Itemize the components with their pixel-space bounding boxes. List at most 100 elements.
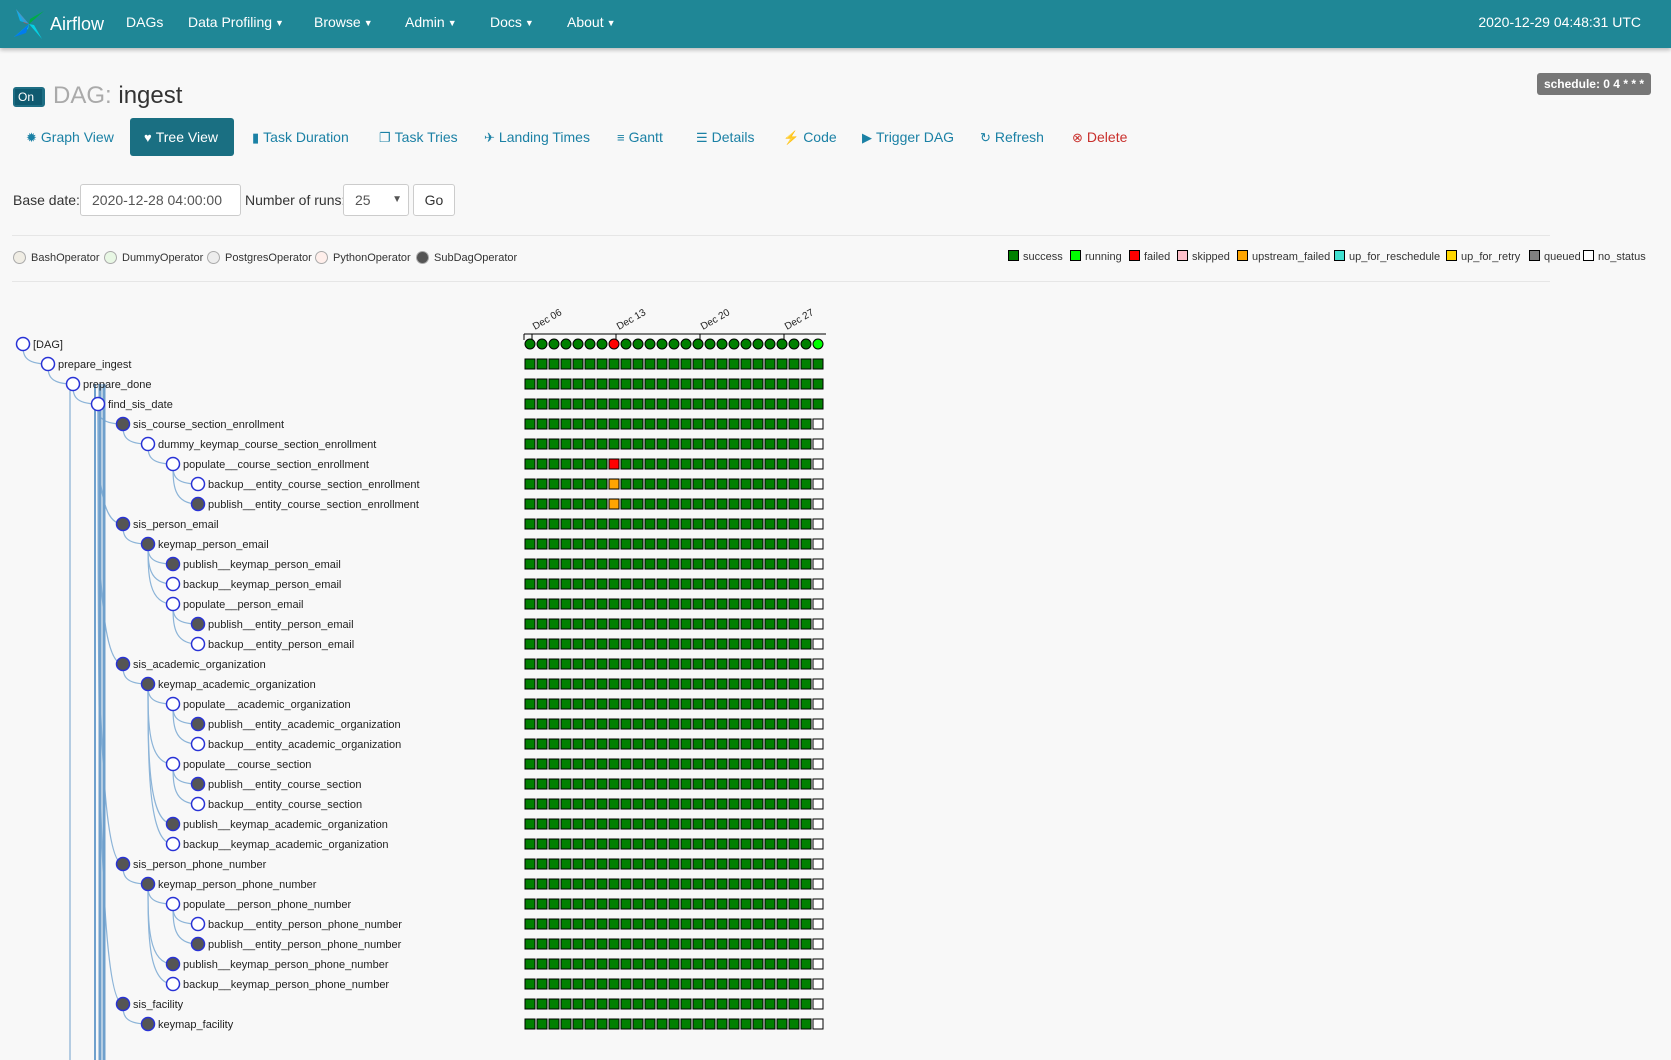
task-instance-square[interactable] — [644, 578, 656, 590]
task-instance-square[interactable] — [656, 838, 668, 850]
task-instance-square[interactable] — [716, 878, 728, 890]
task-instance-square[interactable] — [548, 718, 560, 730]
task-instance-square[interactable] — [788, 358, 800, 370]
task-instance-square[interactable] — [788, 698, 800, 710]
dag-run-circle[interactable] — [620, 338, 632, 350]
task-instance-square[interactable] — [596, 778, 608, 790]
task-instance-square[interactable] — [632, 438, 644, 450]
task-instance-square[interactable] — [692, 958, 704, 970]
task-instance-square[interactable] — [560, 738, 572, 750]
task-instance-square[interactable] — [656, 538, 668, 550]
task-instance-square[interactable] — [764, 918, 776, 930]
task-instance-square[interactable] — [788, 458, 800, 470]
task-instance-square[interactable] — [680, 798, 692, 810]
task-instance-square[interactable] — [704, 618, 716, 630]
task-instance-square[interactable] — [812, 678, 824, 690]
task-instance-square[interactable] — [656, 718, 668, 730]
task-instance-square[interactable] — [548, 898, 560, 910]
task-instance-square[interactable] — [608, 478, 620, 490]
task-instance-square[interactable] — [728, 778, 740, 790]
task-instance-square[interactable] — [608, 998, 620, 1010]
task-instance-square[interactable] — [620, 738, 632, 750]
task-instance-square[interactable] — [620, 858, 632, 870]
task-instance-square[interactable] — [812, 898, 824, 910]
task-instance-square[interactable] — [620, 998, 632, 1010]
task-instance-square[interactable] — [752, 618, 764, 630]
task-instance-square[interactable] — [608, 618, 620, 630]
task-instance-square[interactable] — [800, 458, 812, 470]
task-instance-square[interactable] — [728, 358, 740, 370]
task-instance-square[interactable] — [572, 438, 584, 450]
task-instance-square[interactable] — [764, 798, 776, 810]
task-instance-square[interactable] — [668, 478, 680, 490]
task-instance-square[interactable] — [596, 558, 608, 570]
task-instance-square[interactable] — [596, 678, 608, 690]
task-instance-square[interactable] — [764, 878, 776, 890]
task-instance-square[interactable] — [560, 478, 572, 490]
task-instance-square[interactable] — [812, 698, 824, 710]
task-instance-square[interactable] — [740, 898, 752, 910]
tab-task-duration[interactable]: ▮ Task Duration — [238, 118, 363, 156]
task-instance-square[interactable] — [596, 798, 608, 810]
tab-tree-view[interactable]: ♥ Tree View — [130, 118, 234, 156]
task-instance-square[interactable] — [788, 918, 800, 930]
task-instance-square[interactable] — [668, 698, 680, 710]
task-instance-square[interactable] — [656, 898, 668, 910]
task-instance-square[interactable] — [716, 718, 728, 730]
task-instance-square[interactable] — [704, 678, 716, 690]
task-instance-square[interactable] — [536, 658, 548, 670]
task-instance-square[interactable] — [668, 798, 680, 810]
task-instance-square[interactable] — [560, 518, 572, 530]
task-instance-square[interactable] — [716, 658, 728, 670]
task-instance-square[interactable] — [764, 778, 776, 790]
task-instance-square[interactable] — [584, 638, 596, 650]
task-instance-square[interactable] — [572, 758, 584, 770]
task-instance-square[interactable] — [536, 718, 548, 730]
task-instance-square[interactable] — [776, 538, 788, 550]
task-instance-square[interactable] — [704, 518, 716, 530]
task-instance-square[interactable] — [572, 998, 584, 1010]
task-instance-square[interactable] — [728, 518, 740, 530]
task-instance-square[interactable] — [536, 1018, 548, 1030]
task-instance-square[interactable] — [716, 418, 728, 430]
task-instance-square[interactable] — [620, 598, 632, 610]
task-instance-square[interactable] — [776, 418, 788, 430]
task-instance-square[interactable] — [596, 838, 608, 850]
task-instance-square[interactable] — [632, 798, 644, 810]
task-instance-square[interactable] — [740, 918, 752, 930]
task-instance-square[interactable] — [764, 1018, 776, 1030]
task-instance-square[interactable] — [752, 578, 764, 590]
task-instance-square[interactable] — [800, 518, 812, 530]
task-instance-square[interactable] — [692, 678, 704, 690]
task-instance-square[interactable] — [800, 758, 812, 770]
task-instance-square[interactable] — [620, 918, 632, 930]
task-instance-square[interactable] — [680, 478, 692, 490]
task-instance-square[interactable] — [764, 398, 776, 410]
task-instance-square[interactable] — [608, 918, 620, 930]
task-instance-square[interactable] — [692, 818, 704, 830]
task-instance-square[interactable] — [596, 458, 608, 470]
task-instance-square[interactable] — [680, 358, 692, 370]
task-instance-square[interactable] — [740, 858, 752, 870]
task-instance-square[interactable] — [608, 758, 620, 770]
task-label[interactable]: populate__person_email — [183, 599, 303, 611]
tab-trigger-dag[interactable]: ▶ Trigger DAG — [848, 118, 968, 156]
task-instance-square[interactable] — [608, 538, 620, 550]
task-instance-square[interactable] — [680, 1018, 692, 1030]
task-instance-square[interactable] — [716, 398, 728, 410]
task-instance-square[interactable] — [644, 618, 656, 630]
task-instance-square[interactable] — [608, 898, 620, 910]
task-instance-square[interactable] — [692, 498, 704, 510]
task-instance-square[interactable] — [692, 598, 704, 610]
task-instance-square[interactable] — [572, 978, 584, 990]
task-instance-square[interactable] — [680, 918, 692, 930]
task-instance-square[interactable] — [668, 818, 680, 830]
task-instance-square[interactable] — [536, 598, 548, 610]
task-instance-square[interactable] — [620, 358, 632, 370]
task-instance-square[interactable] — [764, 938, 776, 950]
task-instance-square[interactable] — [764, 698, 776, 710]
task-instance-square[interactable] — [536, 458, 548, 470]
task-instance-square[interactable] — [524, 858, 536, 870]
task-instance-square[interactable] — [632, 978, 644, 990]
task-instance-square[interactable] — [812, 558, 824, 570]
